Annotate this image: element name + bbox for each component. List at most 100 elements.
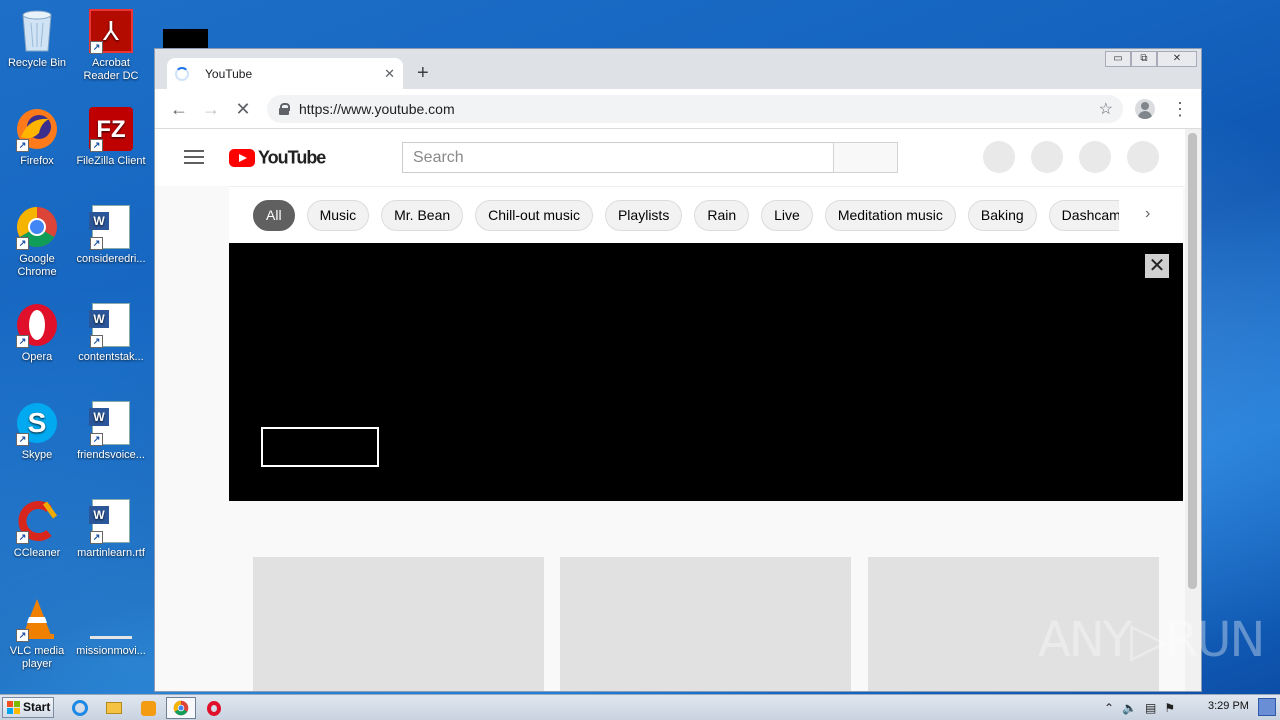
action-center-flag-icon[interactable]: ⚑ — [1164, 701, 1175, 715]
filezilla-icon: FZ ↗ — [88, 106, 134, 152]
scrollbar-thumb[interactable] — [1188, 133, 1197, 589]
desktop-icon-acrobat[interactable]: ⅄ ↗ Acrobat Reader DC — [74, 8, 148, 83]
chip-dashcam[interactable]: Dashcam — [1048, 200, 1119, 231]
search-input[interactable]: Search — [402, 142, 834, 173]
hamburger-menu-icon[interactable] — [184, 150, 204, 164]
shortcut-arrow-icon: ↗ — [90, 237, 103, 250]
chip-mr-bean[interactable]: Mr. Bean — [381, 200, 464, 231]
bookmark-star-icon[interactable]: ☆ — [1099, 99, 1113, 119]
chrome-icon: ↗ — [14, 204, 60, 250]
desktop-icon-doc-4[interactable]: W ↗ martinlearn.rtf — [74, 498, 148, 560]
desktop-icon-label: CCleaner — [13, 547, 61, 559]
header-placeholder-icon[interactable] — [983, 141, 1015, 173]
tab-close-icon[interactable]: ✕ — [384, 66, 395, 82]
black-overlay-box — [163, 29, 208, 49]
youtube-header: YouTube Search — [155, 129, 1185, 186]
address-bar[interactable]: https://www.youtube.com ☆ — [267, 95, 1123, 123]
start-label: Start — [23, 700, 51, 714]
internet-explorer-icon[interactable] — [70, 698, 90, 718]
video-thumbnail-placeholder[interactable] — [560, 557, 851, 691]
acrobat-icon: ⅄ ↗ — [88, 8, 134, 54]
word-doc-icon: W ↗ — [88, 302, 134, 348]
desktop-icon-skype[interactable]: S ↗ Skype — [0, 400, 74, 462]
chevron-right-icon[interactable]: › — [1145, 205, 1150, 223]
desktop-icon-label: friendsvoice... — [77, 449, 145, 461]
desktop-icon-label: VLC media player — [9, 645, 65, 670]
shortcut-arrow-icon: ↗ — [90, 41, 103, 54]
desktop-icon-label: Acrobat Reader DC — [83, 57, 139, 82]
shortcut-arrow-icon: ↗ — [90, 433, 103, 446]
desktop-icon-vlc[interactable]: ↗ VLC media player — [0, 596, 74, 671]
shortcut-arrow-icon: ↗ — [16, 433, 29, 446]
chip-all[interactable]: All — [253, 200, 295, 231]
chip-music[interactable]: Music — [306, 200, 370, 231]
desktop-icon-label: Recycle Bin — [7, 57, 67, 69]
back-button[interactable]: ← — [167, 97, 191, 121]
chip-rain[interactable]: Rain — [694, 200, 750, 231]
desktop-icon-firefox[interactable]: ↗ Firefox — [0, 106, 74, 168]
youtube-logo[interactable]: YouTube — [229, 146, 326, 168]
desktop-icon-recycle-bin[interactable]: Recycle Bin — [0, 8, 74, 70]
stop-loading-button[interactable]: ✕ — [231, 97, 255, 121]
desktop-icon-opera[interactable]: ↗ Opera — [0, 302, 74, 364]
close-window-button[interactable]: ✕ — [1157, 51, 1197, 67]
header-placeholder-icon[interactable] — [1127, 141, 1159, 173]
start-button[interactable]: Start — [2, 697, 54, 718]
vlc-icon: ↗ — [14, 596, 60, 642]
new-tab-button[interactable]: + — [417, 62, 429, 85]
tab-title: YouTube — [205, 67, 253, 81]
youtube-page: YouTube Search All Music Mr. Bean Chill-… — [155, 129, 1185, 691]
player-outline-box[interactable] — [261, 427, 379, 467]
volume-icon[interactable]: 🔈 — [1122, 701, 1137, 715]
tab-strip: ▭ ⧉ ✕ YouTube ✕ + — [155, 49, 1201, 90]
desktop-icon-filezilla[interactable]: FZ ↗ FileZilla Client — [74, 106, 148, 168]
page-scrollbar[interactable] — [1185, 129, 1201, 691]
youtube-play-icon — [229, 148, 255, 167]
browser-toolbar: ← → ✕ https://www.youtube.com ☆ ⋮ — [155, 89, 1201, 129]
chip-meditation-music[interactable]: Meditation music — [824, 200, 956, 231]
url-text[interactable]: https://www.youtube.com — [299, 101, 1099, 117]
desktop-icon-doc-2[interactable]: W ↗ contentstak... — [74, 302, 148, 364]
desktop-icon-doc-3[interactable]: W ↗ friendsvoice... — [74, 400, 148, 462]
desktop-icon-file[interactable]: missionmovi... — [74, 596, 148, 658]
header-placeholder-icon[interactable] — [1031, 141, 1063, 173]
media-player-icon[interactable] — [138, 698, 158, 718]
chip-live[interactable]: Live — [761, 200, 813, 231]
loading-spinner-icon — [175, 67, 189, 81]
desktop-icon-label: FileZilla Client — [76, 155, 146, 167]
desktop-icon-doc-1[interactable]: W ↗ consideredri... — [74, 204, 148, 266]
windows-logo-icon — [7, 701, 20, 714]
desktop-icon-label: missionmovi... — [76, 645, 146, 657]
minimize-button[interactable]: ▭ — [1105, 51, 1131, 67]
chrome-taskbar-icon[interactable] — [166, 697, 196, 719]
restore-button[interactable]: ⧉ — [1131, 51, 1157, 67]
opera-icon: ↗ — [14, 302, 60, 348]
anyrun-watermark: ANY▷RUN — [1038, 612, 1265, 668]
file-explorer-icon[interactable] — [104, 698, 124, 718]
close-icon[interactable]: ✕ — [1145, 254, 1169, 278]
browser-menu-icon[interactable]: ⋮ — [1171, 97, 1189, 121]
tray-expand-icon[interactable]: ⌃ — [1104, 701, 1114, 715]
chips-list: All Music Mr. Bean Chill-out music Playl… — [253, 200, 1119, 231]
video-thumbnail-placeholder[interactable] — [253, 557, 544, 691]
shortcut-arrow-icon: ↗ — [16, 629, 29, 642]
clock[interactable]: 3:29 PM — [1208, 700, 1249, 712]
chip-chill-out-music[interactable]: Chill-out music — [475, 200, 593, 231]
show-desktop-button[interactable] — [1258, 698, 1276, 716]
forward-button[interactable]: → — [199, 97, 223, 121]
desktop-icon-chrome[interactable]: ↗ Google Chrome — [0, 204, 74, 279]
search-button[interactable] — [833, 142, 898, 173]
chip-playlists[interactable]: Playlists — [604, 200, 683, 231]
video-player[interactable]: ✕ — [229, 243, 1183, 501]
chip-baking[interactable]: Baking — [967, 200, 1037, 231]
word-doc-icon: W ↗ — [88, 204, 134, 250]
desktop-icon-ccleaner[interactable]: ↗ CCleaner — [0, 498, 74, 560]
browser-window: ▭ ⧉ ✕ YouTube ✕ + ← → ✕ https://www.yout… — [154, 48, 1202, 692]
profile-avatar-icon[interactable] — [1135, 99, 1155, 119]
header-placeholder-icon[interactable] — [1079, 141, 1111, 173]
desktop-icon-label: Opera — [21, 351, 53, 363]
network-icon[interactable]: ▤ — [1145, 701, 1156, 715]
tab-youtube[interactable]: YouTube ✕ — [167, 58, 403, 90]
opera-taskbar-icon[interactable] — [204, 698, 224, 718]
word-doc-icon: W ↗ — [88, 400, 134, 446]
